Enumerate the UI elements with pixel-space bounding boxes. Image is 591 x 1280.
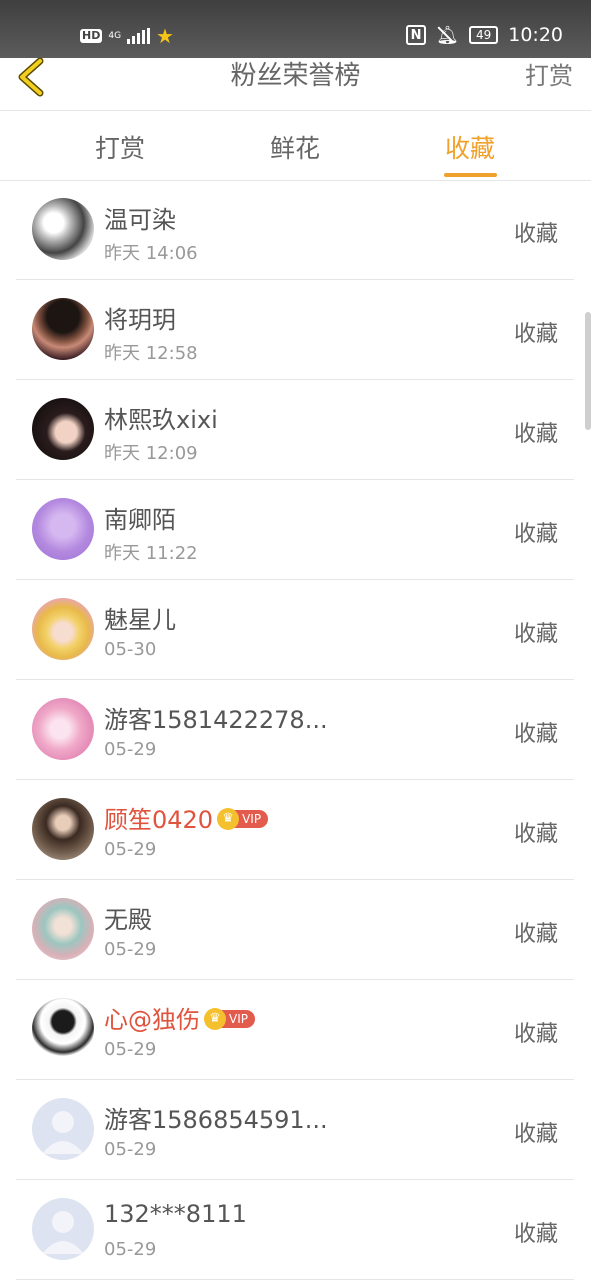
status-time: 10:20 [508,24,563,46]
star-icon: ★ [156,24,174,48]
list-item[interactable]: 无殿 05-29 收藏 [16,880,574,980]
reward-button[interactable]: 打赏 [525,58,573,94]
avatar [32,998,94,1060]
fan-action-label: 收藏 [513,1222,558,1247]
tab-flowers[interactable]: 鲜花 [270,129,320,165]
fan-time: 昨天 14:06 [104,243,198,264]
fan-time: 昨天 12:09 [104,443,198,464]
fan-action-label: 收藏 [513,922,558,947]
avatar [32,798,94,860]
vip-badge: ♛ VIP [217,808,269,830]
fan-time: 昨天 12:58 [104,343,198,364]
avatar [32,698,94,760]
list-item[interactable]: 林熙玖xixi 昨天 12:09 收藏 [16,380,574,480]
list-item[interactable]: 132***8111 05-29 收藏 [16,1180,574,1280]
tab-favorites[interactable]: 收藏 [445,129,495,165]
fan-time: 05-29 [104,739,157,760]
fan-name: 游客1586854591... [104,1106,328,1134]
fan-name-text: 顾笙0420 [104,806,214,834]
fan-name: 无殿 [104,906,152,934]
avatar [32,598,94,660]
tab-reward[interactable]: 打赏 [95,129,145,165]
fan-action-label: 收藏 [513,722,558,747]
signal-icon [127,28,151,44]
fan-time: 05-30 [104,639,157,660]
list-item[interactable]: 游客1586854591... 05-29 收藏 [16,1080,574,1180]
fan-name-text: 心@独伤 [104,1006,200,1034]
network-type: 4G [108,30,122,41]
list-item[interactable]: 心@独伤 ♛ VIP 05-29 收藏 [16,980,574,1080]
hd-indicator: HD [80,29,103,43]
list-item[interactable]: 南卿陌 昨天 11:22 收藏 [16,480,574,580]
fan-name: 顾笙0420 ♛ VIP [104,800,269,835]
page-title: 粉丝荣誉榜 [230,61,361,91]
fan-name: 心@独伤 ♛ VIP [104,1000,255,1035]
list-item[interactable]: 将玥玥 昨天 12:58 收藏 [16,280,574,380]
list-item[interactable]: 顾笙0420 ♛ VIP 05-29 收藏 [16,780,574,880]
fan-name: 魅星儿 [104,606,176,634]
fan-name: 132***8111 [104,1200,247,1228]
app-header: 粉丝荣誉榜 打赏 [0,57,591,111]
tab-bar: 打赏 鲜花 收藏 [0,111,591,181]
fan-name: 林熙玖xixi [104,406,218,434]
fan-action-label: 收藏 [513,622,558,647]
status-left-group: HD 4G ★ [80,26,174,46]
fan-action-label: 收藏 [513,1122,558,1147]
status-bar: HD 4G ★ N 🔔︎ 49 10:20 [0,0,591,58]
avatar [32,198,94,260]
fan-time: 昨天 11:22 [104,543,198,564]
fan-action-label: 收藏 [513,222,558,247]
list-item[interactable]: 魅星儿 05-30 收藏 [16,580,574,680]
scrollbar[interactable] [585,312,591,430]
vip-badge: ♛ VIP [204,1008,255,1030]
fan-name: 温可染 [104,206,176,234]
avatar [32,398,94,460]
avatar [32,898,94,960]
avatar [32,1198,94,1260]
fan-action-label: 收藏 [513,822,558,847]
crown-icon: ♛ [217,808,240,830]
avatar [32,298,94,360]
fan-time: 05-29 [104,839,157,860]
fan-name: 南卿陌 [104,506,176,534]
fan-name: 游客1581422278... [104,706,328,734]
list-item[interactable]: 温可染 昨天 14:06 收藏 [16,180,574,280]
fan-action-label: 收藏 [513,1022,558,1047]
fan-time: 05-29 [104,1139,157,1160]
battery-indicator: 49 [468,26,499,44]
default-user-icon [42,1111,84,1154]
list-item[interactable]: 游客1581422278... 05-29 收藏 [16,680,574,780]
avatar [32,1098,94,1160]
fan-time: 05-29 [104,1039,157,1060]
nfc-icon: N [406,25,427,45]
default-user-icon [42,1211,84,1254]
crown-icon: ♛ [204,1008,226,1030]
avatar [32,498,94,560]
fan-time: 05-29 [104,939,157,960]
status-right-group: N 🔔︎ 49 10:20 [406,24,563,46]
active-tab-indicator [444,173,497,177]
fan-action-label: 收藏 [513,422,558,447]
fan-action-label: 收藏 [513,522,558,547]
fan-name: 将玥玥 [104,306,176,334]
bell-muted-icon: 🔔︎ [436,24,459,46]
fan-action-label: 收藏 [513,322,558,347]
fan-time: 05-29 [104,1239,157,1260]
